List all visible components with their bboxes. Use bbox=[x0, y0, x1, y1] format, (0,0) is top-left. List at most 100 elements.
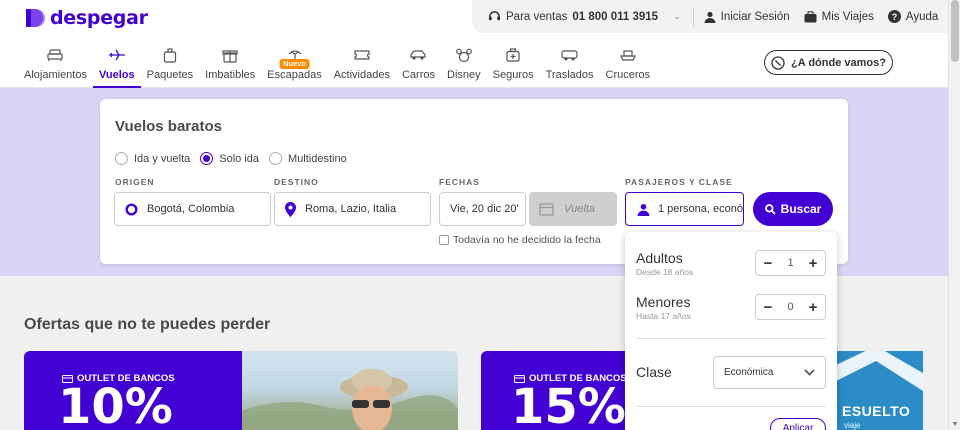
plus-button[interactable]: + bbox=[805, 255, 821, 271]
return-date-field: Vuelta bbox=[529, 192, 617, 226]
briefcase-icon bbox=[804, 10, 817, 22]
undecided-date-option[interactable]: Todavía no he decidido la fecha bbox=[439, 234, 601, 246]
plane-icon bbox=[108, 44, 126, 66]
trip-type-oneway[interactable]: Solo ida bbox=[200, 152, 259, 165]
promo-card[interactable]: OUTLET DE BANCOS 10% bbox=[24, 351, 458, 430]
divider bbox=[636, 338, 826, 339]
sales-phone[interactable]: Para ventas 01 800 011 3915 ⌄ bbox=[488, 10, 681, 23]
new-badge: Nuevo bbox=[279, 59, 310, 69]
passengers-field[interactable]: 1 persona, econó bbox=[625, 192, 744, 226]
nav-item-vuelos[interactable]: Vuelos bbox=[92, 44, 141, 88]
trip-type-roundtrip[interactable]: Ida y vuelta bbox=[115, 152, 190, 165]
promo-photo bbox=[242, 351, 458, 430]
location-pin-icon bbox=[285, 201, 296, 217]
radio-button[interactable] bbox=[269, 152, 283, 165]
nav-label: Vuelos bbox=[98, 69, 135, 81]
help-link[interactable]: ? Ayuda bbox=[887, 10, 938, 23]
where-to-go-label: ¿A dónde vamos? bbox=[791, 56, 886, 69]
plus-button[interactable]: + bbox=[805, 299, 821, 315]
undecided-label: Todavía no he decidido la fecha bbox=[453, 234, 601, 246]
nav-item-paquetes[interactable]: Paquetes bbox=[141, 44, 199, 88]
apply-button[interactable]: Aplicar bbox=[770, 418, 826, 430]
traveler-photo bbox=[242, 369, 458, 430]
trip-type-label: Solo ida bbox=[219, 152, 260, 165]
promo-discount: 10% bbox=[58, 379, 173, 430]
chevron-graphic bbox=[836, 351, 923, 391]
nav-item-alojamientos[interactable]: Alojamientos bbox=[18, 44, 93, 88]
destination-value: Roma, Lazio, Italia bbox=[305, 203, 397, 215]
nav-item-seguros[interactable]: Seguros bbox=[487, 44, 540, 88]
search-button[interactable]: Buscar bbox=[753, 192, 833, 226]
login-label: Iniciar Sesión bbox=[720, 10, 790, 23]
minus-button[interactable]: − bbox=[760, 255, 776, 271]
passengers-dropdown: Adultos Desde 18 años − 1 + Menores Hast… bbox=[625, 232, 837, 430]
car-icon bbox=[409, 44, 427, 66]
nav-item-traslados[interactable]: Traslados bbox=[540, 44, 600, 88]
search-button-label: Buscar bbox=[780, 202, 822, 216]
radio-button[interactable] bbox=[200, 152, 214, 165]
nav-label: Imbatibles bbox=[205, 69, 256, 81]
ticket-icon bbox=[354, 44, 370, 66]
minors-stepper: − 0 + bbox=[755, 294, 826, 320]
product-nav: Alojamientos Vuelos Paquetes Imbatibles … bbox=[18, 44, 656, 88]
minors-sub: Hasta 17 años bbox=[636, 311, 691, 321]
destination-field[interactable]: Roma, Lazio, Italia bbox=[274, 192, 431, 226]
person-icon bbox=[637, 203, 650, 216]
utility-bar: Para ventas 01 800 011 3915 ⌄ Iniciar Se… bbox=[472, 0, 948, 33]
minors-count: 0 bbox=[787, 301, 794, 313]
chevron-down-icon bbox=[804, 369, 815, 376]
my-trips-link[interactable]: Mis Viajes bbox=[804, 11, 874, 23]
brand-name: despegar bbox=[50, 7, 148, 29]
trip-type-selector: Ida y vuelta Solo ida Multidestino bbox=[115, 152, 347, 165]
nav-item-carros[interactable]: Carros bbox=[396, 44, 441, 88]
nav-item-escapadas[interactable]: Nuevo Escapadas bbox=[261, 44, 327, 88]
passengers-value: 1 persona, econó bbox=[657, 203, 743, 215]
trip-type-label: Multidestino bbox=[288, 152, 347, 165]
side-banner[interactable]: ESUELTO viaje bbox=[836, 351, 923, 430]
nav-item-actividades[interactable]: Actividades bbox=[328, 44, 396, 88]
minors-label: Menores bbox=[636, 294, 691, 310]
page-scrollbar[interactable]: ▼ bbox=[948, 0, 960, 430]
my-trips-label: Mis Viajes bbox=[821, 10, 874, 23]
class-select[interactable]: Económica bbox=[713, 356, 826, 389]
login-link[interactable]: Iniciar Sesión bbox=[704, 11, 790, 23]
calendar-icon bbox=[539, 203, 554, 216]
dates-label: FECHAS bbox=[439, 177, 480, 187]
promo-discount: 15% bbox=[511, 379, 626, 430]
origin-label: ORIGEN bbox=[115, 177, 155, 187]
help-icon: ? bbox=[887, 10, 901, 23]
sales-phone-number: 01 800 011 3915 bbox=[572, 10, 659, 23]
svg-text:?: ? bbox=[892, 12, 898, 22]
nav-label: Actividades bbox=[333, 69, 390, 81]
header: despegar Para ventas 01 800 011 3915 ⌄ I… bbox=[0, 0, 948, 88]
trip-type-multidestination[interactable]: Multidestino bbox=[269, 152, 347, 165]
radio-button[interactable] bbox=[115, 152, 128, 165]
medkit-icon bbox=[506, 44, 520, 66]
nav-label: Carros bbox=[401, 69, 435, 81]
user-icon bbox=[704, 11, 716, 23]
brand-logo[interactable]: despegar bbox=[24, 7, 148, 29]
headset-icon bbox=[488, 11, 501, 21]
ship-icon bbox=[619, 44, 637, 66]
nav-item-cruceros[interactable]: Cruceros bbox=[600, 44, 657, 88]
class-label: Clase bbox=[636, 364, 672, 380]
where-to-go-button[interactable]: ¿A dónde vamos? bbox=[764, 50, 893, 75]
undecided-checkbox[interactable] bbox=[439, 235, 449, 245]
nav-item-imbatibles[interactable]: Imbatibles bbox=[199, 44, 261, 88]
nav-label: Traslados bbox=[545, 69, 594, 81]
offers-heading: Ofertas que no te puedes perder bbox=[24, 316, 271, 333]
departure-date-field[interactable]: Vie, 20 dic 20' bbox=[439, 192, 526, 226]
search-title: Vuelos baratos bbox=[115, 118, 222, 135]
minus-button[interactable]: − bbox=[760, 299, 776, 315]
side-banner-text: ESUELTO bbox=[842, 403, 911, 419]
divider bbox=[692, 7, 694, 26]
origin-circle-icon bbox=[125, 202, 138, 216]
gift-icon bbox=[222, 44, 238, 66]
scroll-thumb[interactable] bbox=[951, 0, 959, 62]
departure-date-value: Vie, 20 dic 20' bbox=[450, 203, 519, 215]
nav-item-disney[interactable]: Disney bbox=[441, 44, 487, 88]
return-date-placeholder: Vuelta bbox=[564, 203, 595, 215]
origin-field[interactable]: Bogotá, Colombia bbox=[114, 192, 271, 226]
scroll-down-arrow[interactable]: ▼ bbox=[949, 418, 960, 430]
nav-label: Paquetes bbox=[146, 69, 194, 81]
